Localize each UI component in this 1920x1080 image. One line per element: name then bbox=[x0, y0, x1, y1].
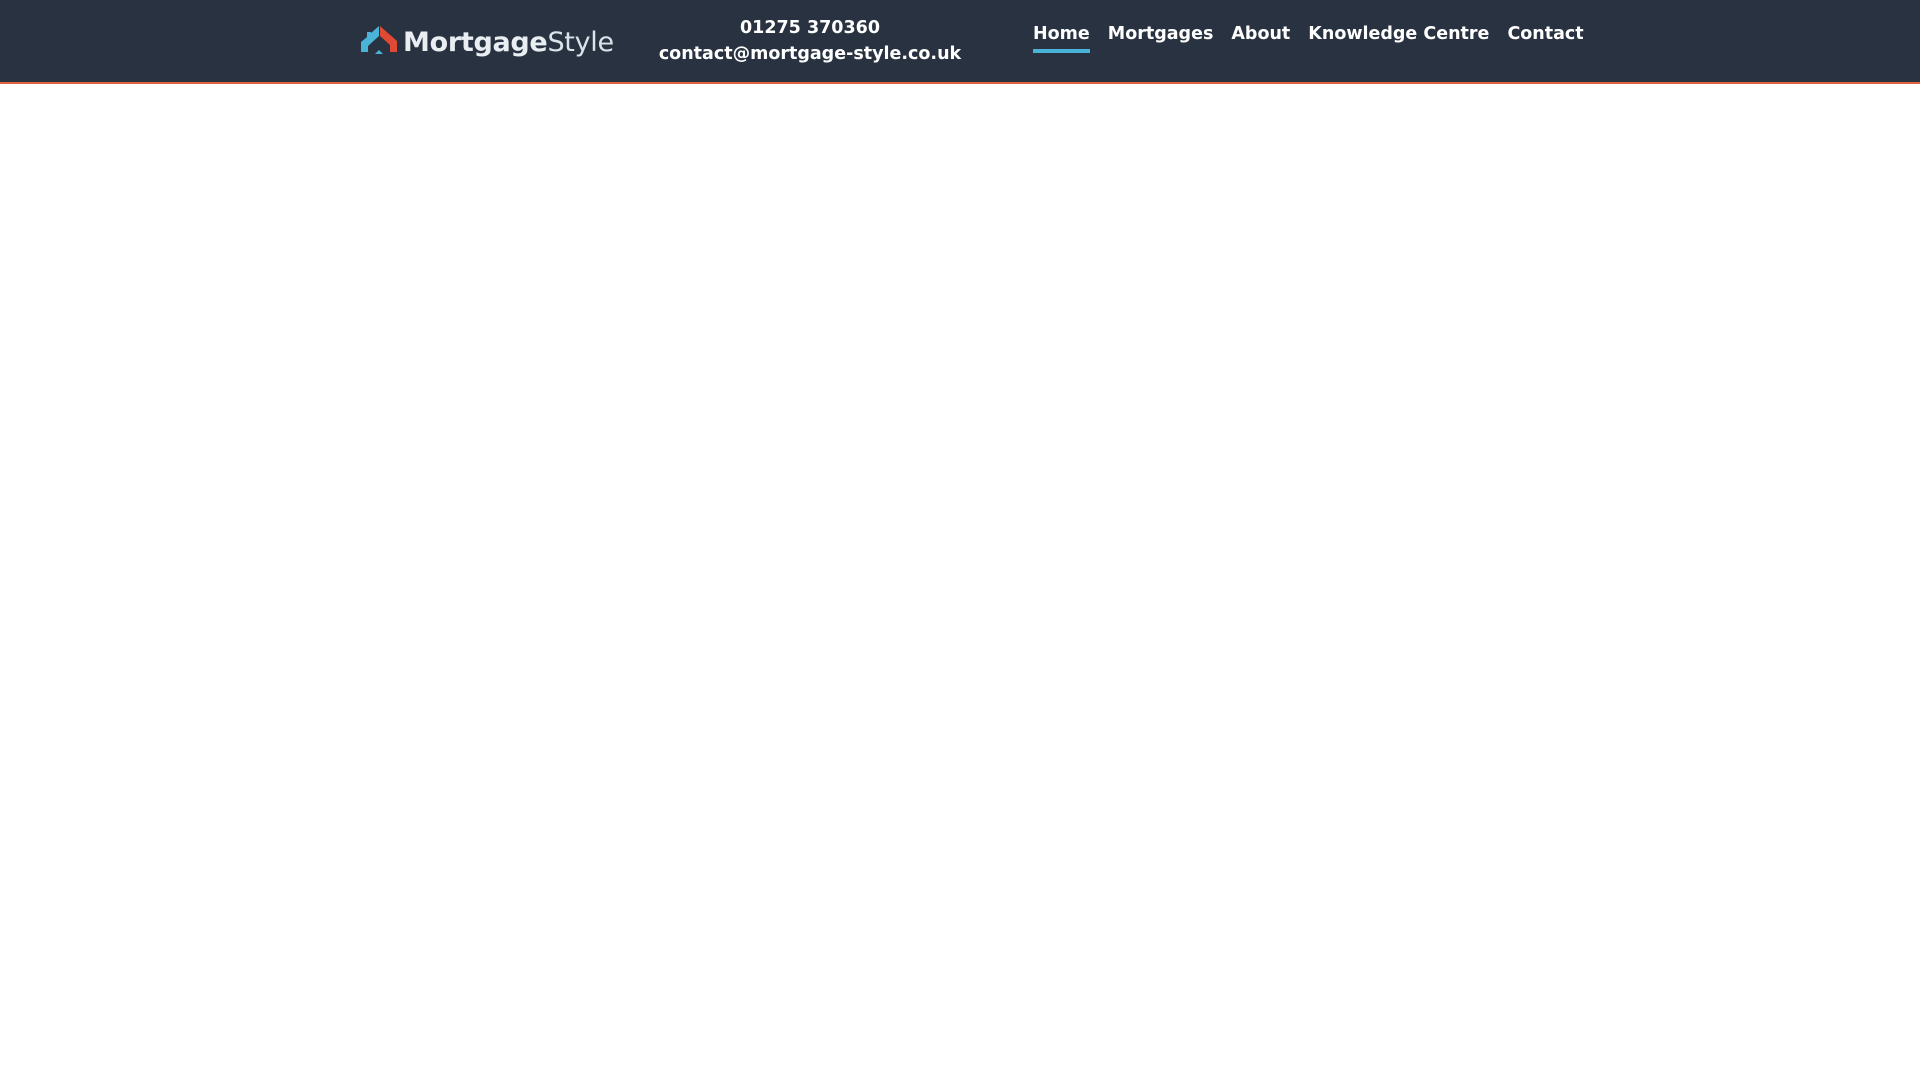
phone-link[interactable]: 01275 370360 bbox=[645, 15, 975, 41]
logo-link[interactable]: MortgageStyle bbox=[359, 22, 614, 62]
nav-item-home[interactable]: Home bbox=[1033, 24, 1090, 53]
logo-text-light: Style bbox=[547, 26, 614, 58]
email-link[interactable]: contact@mortgage-style.co.uk bbox=[645, 41, 975, 67]
main-nav: Home Mortgages About Knowledge Centre Co… bbox=[1033, 24, 1584, 53]
logo-text: MortgageStyle bbox=[403, 27, 614, 58]
nav-item-knowledge-centre[interactable]: Knowledge Centre bbox=[1308, 24, 1489, 53]
nav-item-mortgages[interactable]: Mortgages bbox=[1108, 24, 1214, 53]
house-roof-icon bbox=[361, 26, 397, 54]
contact-block: 01275 370360 contact@mortgage-style.co.u… bbox=[645, 15, 975, 67]
site-header: MortgageStyle 01275 370360 contact@mortg… bbox=[0, 0, 1920, 84]
nav-item-about[interactable]: About bbox=[1231, 24, 1290, 53]
logo-text-bold: Mortgage bbox=[403, 26, 548, 58]
nav-item-contact[interactable]: Contact bbox=[1507, 24, 1583, 53]
